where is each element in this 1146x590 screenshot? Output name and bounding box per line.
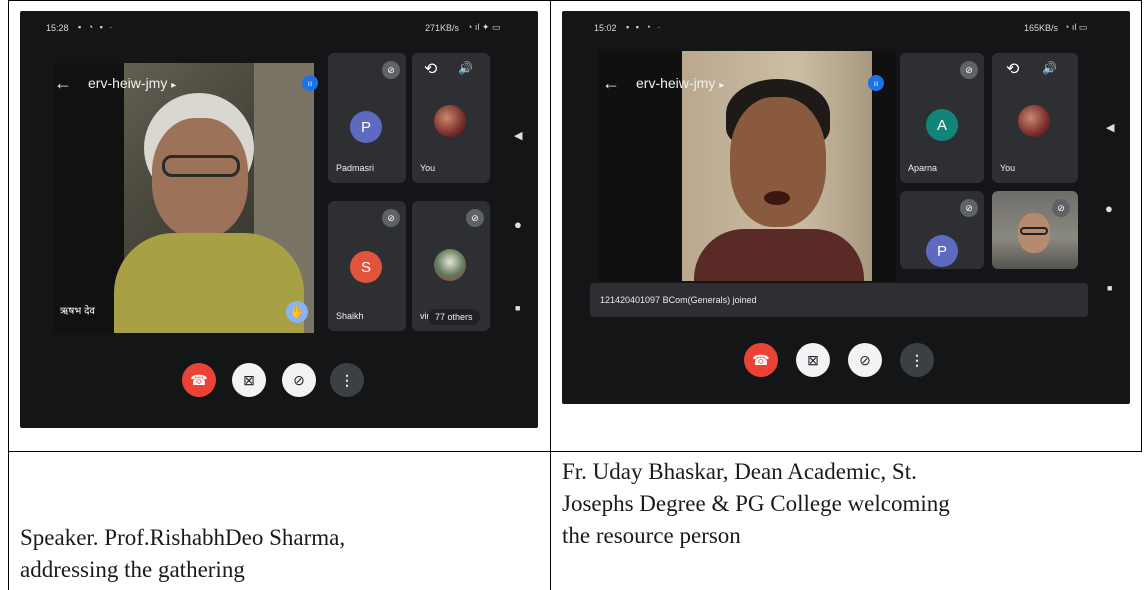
caption-line: Speaker. Prof.RishabhDeo Sharma, <box>20 525 346 550</box>
speaker-glasses <box>162 155 240 177</box>
avatar-padmasri: P <box>350 111 382 143</box>
status-network: 165KB/s <box>1024 23 1059 33</box>
participant-tile-padmasri[interactable]: ⊘ P Padmasri <box>328 53 406 183</box>
speaker-body <box>694 229 864 281</box>
switch-camera-icon[interactable]: ⟲ <box>424 59 437 79</box>
back-arrow-icon[interactable]: ← <box>54 73 72 94</box>
status-battery-icon: ◔ ıl ▭ <box>1064 22 1088 32</box>
nav-back-icon[interactable]: ◀ <box>514 129 522 142</box>
caption-line: addressing the gathering <box>20 557 245 582</box>
mic-off-icon: ⊘ <box>382 61 400 79</box>
nav-home-icon[interactable]: ● <box>1105 201 1113 216</box>
end-call-button[interactable]: ☎ <box>744 343 778 377</box>
table-border-top <box>8 0 1142 1</box>
status-time: 15:02 <box>594 23 617 33</box>
camera-off-button[interactable]: ⊠ <box>232 363 266 397</box>
meeting-code[interactable]: erv-heiw-jmy ▸ <box>88 75 176 91</box>
participant-tile-aparna[interactable]: ⊘ A Aparna <box>900 53 984 183</box>
avatar-p: P <box>926 235 958 267</box>
mic-off-icon: ⊘ <box>466 209 484 227</box>
participant-tile-vin[interactable]: ⊘ vin 77 others <box>412 201 490 331</box>
mic-off-icon: ⊘ <box>960 61 978 79</box>
status-battery-icon: ◔ ıl ✦ ▭ <box>467 22 501 32</box>
audio-indicator-icon: ıı <box>868 75 884 91</box>
caption-line: the resource person <box>562 523 741 548</box>
others-count-badge[interactable]: 77 others <box>428 309 480 325</box>
nav-recent-icon[interactable]: ■ <box>515 303 520 313</box>
participant-name: You <box>420 163 436 173</box>
mic-off-icon: ⊘ <box>382 209 400 227</box>
status-network: 271KB/s <box>425 23 460 33</box>
speaker-icon[interactable]: 🔊 <box>1042 61 1057 75</box>
participant-name: Padmasri <box>336 163 375 173</box>
status-icons: ▪ ◔ ▪ · <box>78 22 115 32</box>
table-divider-horizontal <box>8 451 1142 452</box>
speaker-name-label: ऋषभ देव <box>60 306 95 317</box>
main-speaker-video: ऋषभ देव ✋ <box>54 63 314 333</box>
caption-line: Fr. Uday Bhaskar, Dean Academic, St. <box>562 459 917 484</box>
avatar-shaikh: S <box>350 251 382 283</box>
more-options-button[interactable]: ⋮ <box>330 363 364 397</box>
status-time: 15:28 <box>46 23 69 33</box>
speaker-face <box>730 97 826 227</box>
camera-off-button[interactable]: ⊠ <box>796 343 830 377</box>
mic-off-button[interactable]: ⊘ <box>848 343 882 377</box>
meeting-code[interactable]: erv-heiw-jmy ▸ <box>636 75 724 91</box>
participant-name: Shaikh <box>336 311 364 321</box>
audio-indicator-icon: ıı <box>302 75 318 91</box>
left-caption: Speaker. Prof.RishabhDeo Sharma, address… <box>20 522 540 586</box>
speaker-body <box>114 233 304 333</box>
participant-tile-video[interactable]: ⊘ <box>992 191 1078 269</box>
avatar-you <box>1018 105 1050 137</box>
chevron-right-icon: ▸ <box>719 80 725 91</box>
participant-name: Aparna <box>908 163 938 173</box>
speaker-icon[interactable]: 🔊 <box>458 61 473 75</box>
mic-off-icon: ⊘ <box>1052 199 1070 217</box>
avatar-you <box>434 105 466 137</box>
end-call-button[interactable]: ☎ <box>182 363 216 397</box>
join-notification: 121420401097 BCom(Generals) joined <box>590 283 1088 317</box>
meeting-code-text: erv-heiw-jmy <box>636 75 716 91</box>
right-meet-screenshot: 15:02 ▪ ▪ ◔ · 165KB/s ◔ ıl ▭ ← erv-heiw-… <box>562 11 1130 404</box>
participant-tile-shaikh[interactable]: ⊘ S Shaikh <box>328 201 406 331</box>
speaker-face <box>152 118 248 238</box>
table-border-left <box>8 0 9 590</box>
left-meet-screenshot: 15:28 ▪ ◔ ▪ · 271KB/s ◔ ıl ✦ ▭ ऋषभ देव ✋… <box>20 11 538 428</box>
nav-recent-icon[interactable]: ■ <box>1107 283 1112 293</box>
participant-tile-you[interactable]: ⟲ 🔊 You <box>992 53 1078 183</box>
meeting-code-text: erv-heiw-jmy <box>88 75 168 91</box>
status-icons: ▪ ▪ ◔ · <box>626 22 663 32</box>
avatar-vin <box>434 249 466 281</box>
switch-camera-icon[interactable]: ⟲ <box>1006 59 1019 79</box>
raise-hand-button[interactable]: ✋ <box>286 301 308 323</box>
right-caption: Fr. Uday Bhaskar, Dean Academic, St. Jos… <box>562 456 1137 552</box>
participant-tile-you[interactable]: ⟲ 🔊 You <box>412 53 490 183</box>
avatar-aparna: A <box>926 109 958 141</box>
chevron-right-icon: ▸ <box>171 80 177 91</box>
mic-off-button[interactable]: ⊘ <box>282 363 316 397</box>
caption-line: Josephs Degree & PG College welcoming <box>562 491 950 516</box>
table-divider-vertical <box>550 0 551 590</box>
speaker-mouth <box>764 191 790 205</box>
nav-back-icon[interactable]: ◀ <box>1106 121 1114 134</box>
table-border-right <box>1141 0 1142 452</box>
participant-tile-p[interactable]: ⊘ P <box>900 191 984 269</box>
more-options-button[interactable]: ⋮ <box>900 343 934 377</box>
nav-home-icon[interactable]: ● <box>514 217 522 232</box>
mic-off-icon: ⊘ <box>960 199 978 217</box>
participant-glasses <box>1020 227 1048 235</box>
back-arrow-icon[interactable]: ← <box>602 73 620 94</box>
participant-name: You <box>1000 163 1016 173</box>
